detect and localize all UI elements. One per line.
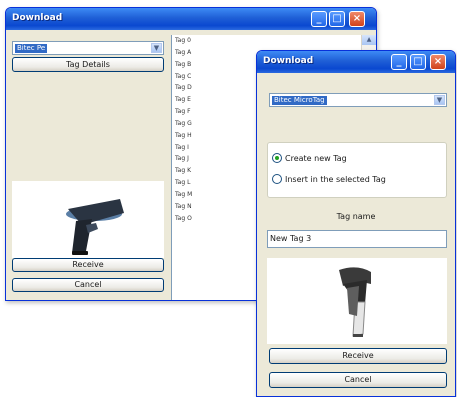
receive-button[interactable]: Receive: [269, 348, 447, 364]
cancel-button[interactable]: Cancel: [12, 278, 164, 292]
device-image-panel: [12, 181, 164, 258]
close-button[interactable]: ×: [349, 11, 365, 27]
cancel-button[interactable]: Cancel: [269, 372, 447, 388]
thermometer-image: [339, 267, 371, 337]
radio-dot-selected[interactable]: [272, 153, 282, 163]
receive-button[interactable]: Receive: [12, 258, 164, 272]
radio-label: Insert in the selected Tag: [285, 174, 386, 184]
radio-insert-selected-tag[interactable]: Insert in the selected Tag: [272, 174, 386, 184]
tag-name-label: Tag name: [336, 212, 376, 221]
device-select[interactable]: Bitec Pe ▼: [12, 41, 164, 55]
radio-dot[interactable]: [272, 174, 282, 184]
insert-mode-group: Create new Tag Insert in the selected Ta…: [267, 142, 447, 198]
list-item[interactable]: Tag 0: [172, 35, 362, 47]
maximize-button[interactable]: □: [329, 11, 345, 27]
download-window-front: Download _ □ × Bitec MicroTag ▼ Create n…: [256, 50, 456, 397]
chevron-down-icon[interactable]: ▼: [151, 43, 162, 53]
title-bar[interactable]: Download _ □ ×: [257, 51, 455, 73]
window-title: Download: [12, 13, 63, 23]
close-button[interactable]: ×: [430, 54, 446, 70]
minimize-button[interactable]: _: [391, 54, 407, 70]
device-image-panel: [267, 258, 447, 344]
device-select-value: Bitec Pe: [15, 44, 48, 53]
minimize-button[interactable]: _: [311, 11, 327, 27]
maximize-button[interactable]: □: [410, 54, 426, 70]
radio-create-new-tag[interactable]: Create new Tag: [272, 153, 347, 163]
scroll-up-icon[interactable]: ▲: [362, 35, 376, 45]
device-select[interactable]: Bitec MicroTag ▼: [269, 93, 447, 107]
tag-details-button[interactable]: Tag Details: [12, 57, 164, 72]
title-bar[interactable]: Download _ □ ×: [6, 8, 376, 30]
chevron-down-icon[interactable]: ▼: [434, 95, 445, 105]
device-select-value: Bitec MicroTag: [272, 96, 327, 105]
window-title: Download: [263, 56, 314, 66]
tag-name-field[interactable]: New Tag 3: [267, 230, 447, 248]
radio-label: Create new Tag: [285, 153, 347, 163]
scanner-image: [66, 199, 124, 255]
